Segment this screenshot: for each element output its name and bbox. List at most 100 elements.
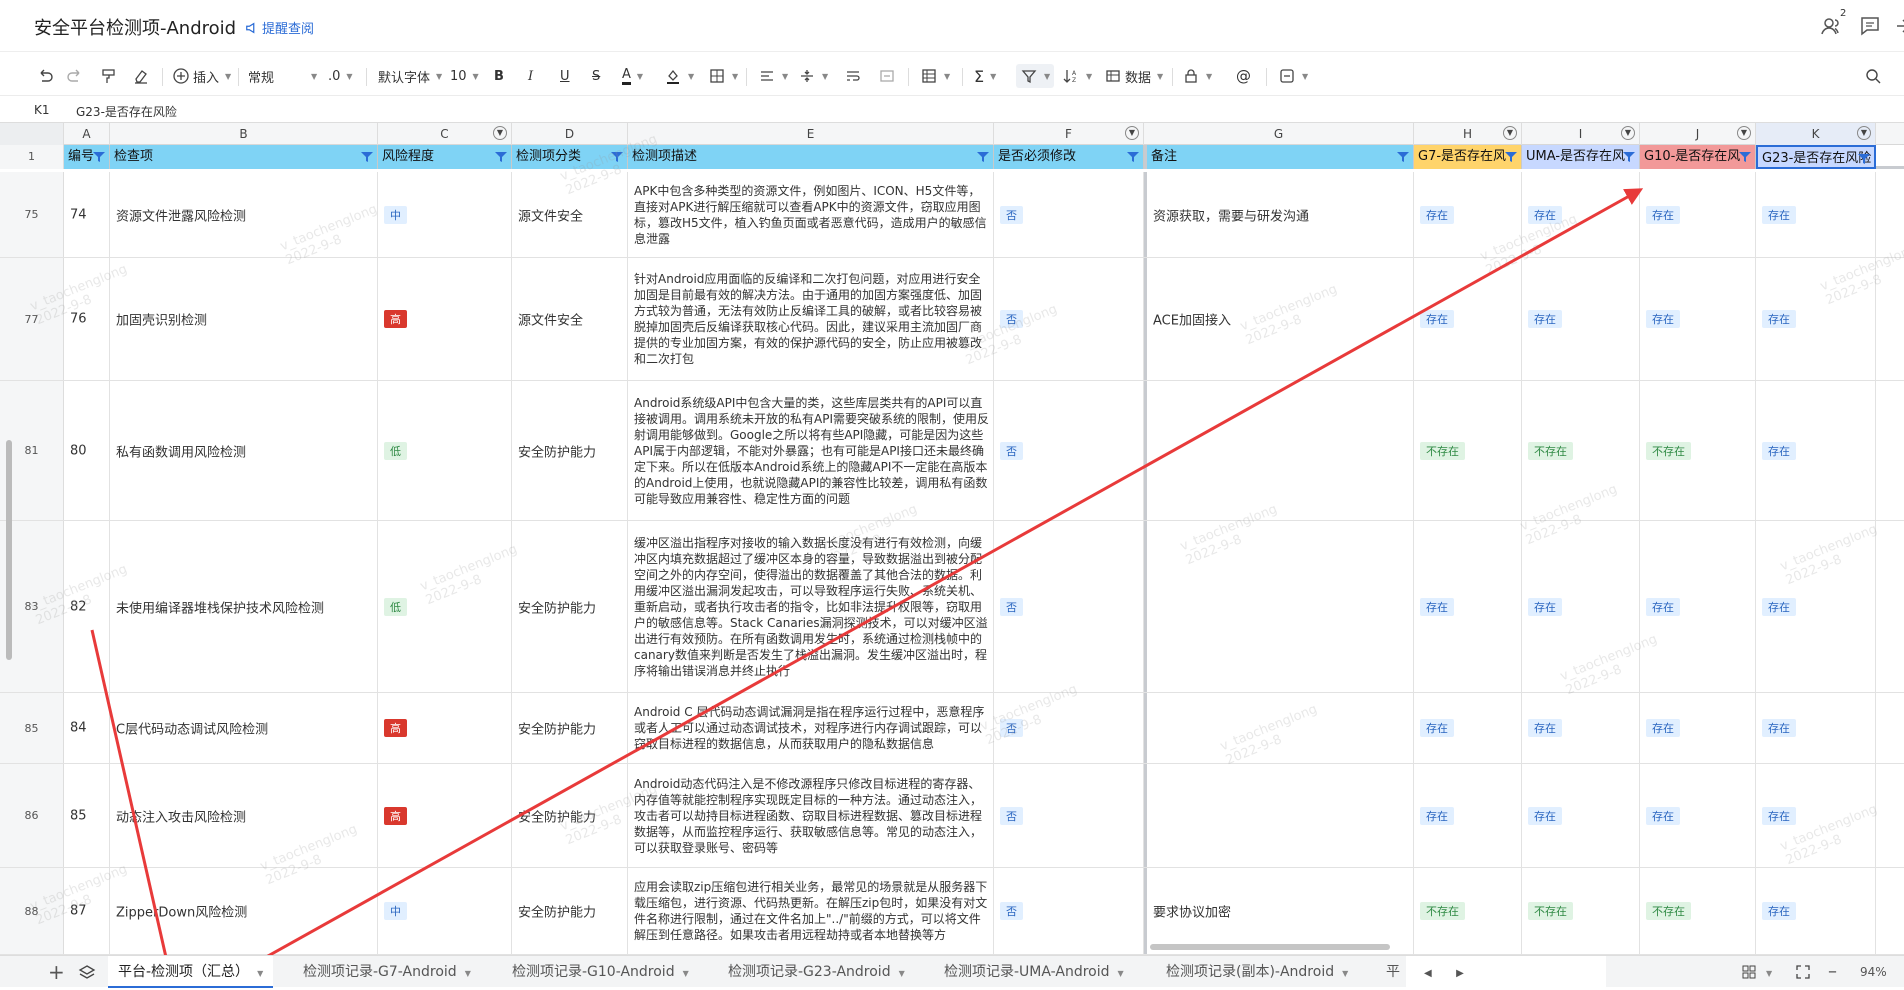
cell-desc[interactable]: Android动态代码注入是不修改源程序只修改目标进程的寄存器、内存值等就能控制… — [628, 764, 994, 867]
cell-must[interactable]: 否 — [994, 172, 1144, 257]
header-cell-uma[interactable]: UMA-是否存在风 — [1522, 145, 1640, 169]
header-cell-description[interactable]: 检测项描述 — [628, 145, 994, 169]
border-icon[interactable]: ▼ — [708, 64, 738, 88]
cell-note[interactable] — [1144, 693, 1414, 763]
cell-g10[interactable]: 存在 — [1640, 693, 1756, 763]
cell-id[interactable]: 85 — [64, 764, 110, 867]
strikethrough-icon[interactable]: S — [592, 64, 600, 88]
header-cell-id[interactable]: 编号 — [64, 145, 110, 169]
header-cell-item[interactable]: 检查项 — [110, 145, 378, 169]
cell-id[interactable]: 76 — [64, 258, 110, 380]
row-number[interactable]: 85 — [0, 693, 64, 763]
column-menu-icon[interactable]: ▼ — [1737, 126, 1751, 140]
sheet-tab-uma[interactable]: 检测项记录-UMA-Android ▼ — [934, 956, 1134, 988]
italic-icon[interactable]: I — [528, 64, 533, 88]
cell-cat[interactable]: 安全防护能力 — [512, 381, 628, 520]
data-menu[interactable]: 数据 ▼ — [1104, 64, 1163, 88]
font-color-icon[interactable]: A ▼ — [622, 64, 643, 88]
cell-note[interactable]: 要求协议加密 — [1144, 868, 1414, 954]
cell-desc[interactable]: Android系统级API中包含大量的类，这些库层类共有的API可以直接被调用。… — [628, 381, 994, 520]
next-sheet-icon[interactable]: ▶ — [1456, 968, 1464, 979]
mention-icon[interactable]: @ — [1236, 64, 1251, 88]
header-cell-level[interactable]: 风险程度 — [378, 145, 512, 169]
formula-input[interactable]: G23-是否存在风险 — [76, 103, 177, 120]
cell-desc[interactable]: 应用会读取zip压缩包进行相关业务，最常见的场景就是从服务器下载压缩包，进行资源… — [628, 868, 994, 954]
filter-icon[interactable] — [1738, 150, 1752, 164]
cell-g10[interactable]: 存在 — [1640, 521, 1756, 692]
filter-icon[interactable] — [494, 150, 508, 164]
cell-desc[interactable]: Android C 层代码动态调试漏洞是指在程序运行过程中，恶意程序或者人工可以… — [628, 693, 994, 763]
cell-must[interactable]: 否 — [994, 381, 1144, 520]
cell-g7[interactable]: 存在 — [1414, 521, 1522, 692]
cell-item[interactable]: 私有函数调用风险检测 — [110, 381, 378, 520]
cell-uma[interactable]: 存在 — [1522, 172, 1640, 257]
col-header-e[interactable]: E — [628, 123, 994, 145]
cell-level[interactable]: 低 — [378, 381, 512, 520]
column-menu-icon[interactable]: ▼ — [1621, 126, 1635, 140]
row-number[interactable]: 75 — [0, 172, 64, 257]
cell-must[interactable]: 否 — [994, 868, 1144, 954]
filter-icon[interactable] — [360, 150, 374, 164]
cell-item[interactable]: 资源文件泄露风险检测 — [110, 172, 378, 257]
row-number[interactable]: 88 — [0, 868, 64, 954]
cell-cat[interactable]: 安全防护能力 — [512, 868, 628, 954]
wrap-text-icon[interactable] — [844, 64, 862, 88]
cell-note[interactable] — [1144, 381, 1414, 520]
search-icon[interactable] — [1864, 64, 1882, 88]
cell-g10[interactable]: 存在 — [1640, 172, 1756, 257]
clear-format-icon[interactable] — [132, 64, 150, 88]
header-cell-note[interactable]: 备注 — [1144, 145, 1414, 169]
cell-g23[interactable]: 存在 — [1756, 764, 1876, 867]
prev-sheet-icon[interactable]: ◀ — [1424, 968, 1432, 979]
header-cell-g7[interactable]: G7-是否存在风 — [1414, 145, 1522, 169]
row-number[interactable]: 1 — [0, 145, 64, 169]
align-icon[interactable]: ▼ — [758, 64, 788, 88]
cell-item[interactable]: 加固壳识别检测 — [110, 258, 378, 380]
cell-must[interactable]: 否 — [994, 258, 1144, 380]
column-menu-icon[interactable]: ▼ — [1857, 126, 1871, 140]
cell-g7[interactable]: 存在 — [1414, 764, 1522, 867]
cell-note[interactable] — [1144, 764, 1414, 867]
col-header-c[interactable]: C ▼ — [378, 123, 512, 145]
share-icon[interactable] — [1893, 14, 1904, 38]
redo-icon[interactable] — [66, 64, 84, 88]
cell-g7[interactable]: 存在 — [1414, 172, 1522, 257]
cell-uma[interactable]: 存在 — [1522, 521, 1640, 692]
cell-cat[interactable]: 安全防护能力 — [512, 693, 628, 763]
font-family-select[interactable]: 默认字体 ▼ — [378, 64, 442, 88]
cell-id[interactable]: 80 — [64, 381, 110, 520]
cell-g10[interactable]: 存在 — [1640, 764, 1756, 867]
sheet-tab-more[interactable]: 平 — [1376, 956, 1410, 988]
column-menu-icon[interactable]: ▼ — [1125, 126, 1139, 140]
collaborators-icon[interactable]: 2 — [1820, 8, 1846, 38]
filter-icon[interactable] — [92, 150, 106, 164]
col-header-a[interactable]: A — [64, 123, 110, 145]
cell-g23[interactable]: 存在 — [1756, 693, 1876, 763]
filter-icon[interactable] — [1622, 150, 1636, 164]
cell-level[interactable]: 中 — [378, 172, 512, 257]
sort-icon[interactable]: A Z ▼ — [1062, 64, 1092, 88]
fill-color-icon[interactable]: ▼ — [664, 64, 694, 88]
vertical-align-icon[interactable]: ▼ — [798, 64, 828, 88]
header-cell-category[interactable]: 检测项分类 — [512, 145, 628, 169]
sheet-tab-g23[interactable]: 检测项记录-G23-Android ▼ — [718, 956, 915, 988]
format-painter-icon[interactable] — [100, 64, 118, 88]
filter-icon[interactable] — [976, 150, 990, 164]
cell-level[interactable]: 低 — [378, 521, 512, 692]
cell-level[interactable]: 高 — [378, 764, 512, 867]
column-menu-icon[interactable]: ▼ — [1503, 126, 1517, 140]
remind-button[interactable]: 提醒查阅 — [245, 18, 314, 37]
filter-icon[interactable] — [610, 150, 624, 164]
cell-item[interactable]: 未使用编译器堆栈保护技术风险检测 — [110, 521, 378, 692]
cell-level[interactable]: 中 — [378, 868, 512, 954]
corner-select[interactable] — [0, 123, 64, 145]
col-header-b[interactable]: B — [110, 123, 378, 145]
col-header-i[interactable]: I ▼ — [1522, 123, 1640, 145]
cell-g10[interactable]: 不存在 — [1640, 381, 1756, 520]
cell-g23[interactable]: 存在 — [1756, 258, 1876, 380]
cell-item[interactable]: C层代码动态调试风险检测 — [110, 693, 378, 763]
lock-icon[interactable]: ▼ — [1182, 64, 1212, 88]
cell-item[interactable]: ZipperDown风险检测 — [110, 868, 378, 954]
merge-cells-icon[interactable] — [878, 64, 896, 88]
col-header-g[interactable]: G — [1144, 123, 1414, 145]
